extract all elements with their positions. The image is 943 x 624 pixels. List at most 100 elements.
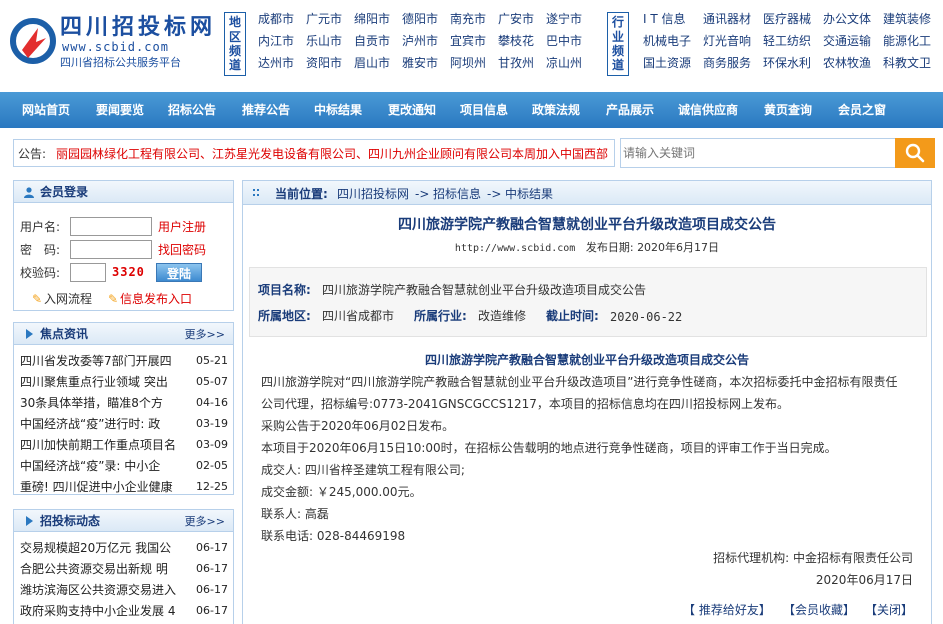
recover-password-link[interactable]: 找回密码 bbox=[158, 243, 206, 257]
nav-item[interactable]: 要闻要览 bbox=[96, 103, 144, 117]
news-list-item[interactable]: 四川聚焦重点行业领域 突出 05-07 bbox=[20, 375, 228, 391]
news-list-item[interactable]: 合肥公共资源交易出新规 明 06-17 bbox=[20, 562, 228, 578]
industry-link[interactable]: I T 信息 bbox=[643, 12, 703, 28]
nav-item[interactable]: 产品展示 bbox=[606, 103, 654, 117]
news-list-item[interactable]: 四川加快前期工作重点项目名 03-09 bbox=[20, 438, 228, 454]
breadcrumb-home[interactable]: 四川招投标网 bbox=[337, 187, 409, 201]
join-flow-link[interactable]: 入网流程 bbox=[44, 292, 92, 306]
search-input[interactable] bbox=[620, 138, 896, 168]
news-list-item[interactable]: 中国经济战“疫”录: 中小企 02-05 bbox=[20, 459, 228, 475]
industry-link[interactable]: 医疗器械 bbox=[763, 12, 823, 28]
news-title[interactable]: 政府采购支持中小企业发展 4 bbox=[20, 604, 182, 618]
region-link[interactable]: 绵阳市 bbox=[354, 12, 402, 28]
industry-link[interactable]: 办公文体 bbox=[823, 12, 883, 28]
bid-news-more-link[interactable]: 更多>> bbox=[185, 515, 225, 528]
nav-item[interactable]: 推荐公告 bbox=[242, 103, 290, 117]
focus-news-box: 焦点资讯 更多>> 四川省发改委等7部门开展四 05-21 四川聚焦重点行业领域 突… bbox=[13, 322, 234, 495]
news-list-item[interactable]: 重磅! 四川促进中小企业健康 12-25 bbox=[20, 480, 228, 496]
region-link[interactable]: 巴中市 bbox=[546, 34, 594, 50]
close-page-button[interactable]: 【关闭】 bbox=[865, 603, 913, 617]
news-title[interactable]: 潍坊滨海区公共资源交易进入 bbox=[20, 583, 182, 597]
nav-item[interactable]: 更改通知 bbox=[388, 103, 436, 117]
register-link[interactable]: 用户注册 bbox=[158, 220, 206, 234]
news-list-item[interactable]: 政府采购支持中小企业发展 4 06-17 bbox=[20, 604, 228, 620]
industry-link[interactable]: 灯光音响 bbox=[703, 34, 763, 50]
region-link[interactable]: 甘孜州 bbox=[498, 56, 546, 72]
captcha-input[interactable] bbox=[70, 263, 106, 282]
member-favorite-button[interactable]: 【会员收藏】 bbox=[783, 603, 855, 617]
news-title[interactable]: 重磅! 四川促进中小企业健康 bbox=[20, 480, 182, 494]
news-title[interactable]: 合肥公共资源交易出新规 明 bbox=[20, 562, 182, 576]
industry-link[interactable]: 国土资源 bbox=[643, 56, 703, 72]
industry-link[interactable]: 建筑装修 bbox=[883, 12, 943, 28]
region-link[interactable]: 泸州市 bbox=[402, 34, 450, 50]
industry-link[interactable]: 通讯器材 bbox=[703, 12, 763, 28]
breadcrumb-current[interactable]: 中标结果 bbox=[505, 187, 553, 201]
news-list-item[interactable]: 交易规模超20万亿元 我国公 06-17 bbox=[20, 541, 228, 557]
focus-news-header: 焦点资讯 更多>> bbox=[14, 323, 233, 345]
search-button[interactable] bbox=[895, 138, 935, 168]
industry-link[interactable]: 能源化工 bbox=[883, 34, 943, 50]
industry-link[interactable]: 农林牧渔 bbox=[823, 56, 883, 72]
news-title[interactable]: 中国经济战“疫”进行时: 政 bbox=[20, 417, 182, 431]
region-link[interactable]: 资阳市 bbox=[306, 56, 354, 72]
news-title[interactable]: 30条具体举措，瞄准8个方 bbox=[20, 396, 182, 410]
nav-item[interactable]: 项目信息 bbox=[460, 103, 508, 117]
news-title[interactable]: 四川聚焦重点行业领域 突出 bbox=[20, 375, 182, 389]
username-label: 用户名: bbox=[20, 220, 61, 234]
news-title[interactable]: 四川加快前期工作重点项目名 bbox=[20, 438, 182, 452]
nav-item[interactable]: 黄页查询 bbox=[764, 103, 812, 117]
breadcrumb: 当前位置: 四川招投标网 -> 招标信息 -> 中标结果 bbox=[243, 181, 931, 205]
captcha-image[interactable]: 3320 bbox=[112, 265, 145, 279]
region-link[interactable]: 广元市 bbox=[306, 12, 354, 28]
industry-channel-list: I T 信息 通讯器材 医疗器械 办公文体 建筑装修机械电子 灯光音响 轻工纺织 交通运输 能源… bbox=[643, 12, 943, 72]
news-list-item[interactable]: 四川省发改委等7部门开展四 05-21 bbox=[20, 354, 228, 370]
industry-link[interactable]: 环保水利 bbox=[763, 56, 823, 72]
news-list-item[interactable]: 中国经济战“疫”进行时: 政 03-19 bbox=[20, 417, 228, 433]
nav-item[interactable]: 政策法规 bbox=[532, 103, 580, 117]
region-link[interactable]: 遂宁市 bbox=[546, 12, 594, 28]
region-link[interactable]: 宜宾市 bbox=[450, 34, 498, 50]
region-link[interactable]: 广安市 bbox=[498, 12, 546, 28]
nav-item[interactable]: 中标结果 bbox=[314, 103, 362, 117]
industry-link[interactable]: 科教文卫 bbox=[883, 56, 943, 72]
login-button[interactable]: 登陆 bbox=[156, 263, 202, 282]
password-input[interactable] bbox=[70, 240, 152, 259]
industry-link[interactable]: 轻工纺织 bbox=[763, 34, 823, 50]
region-link[interactable]: 自贡市 bbox=[354, 34, 402, 50]
post-info-link[interactable]: 信息发布入口 bbox=[120, 292, 192, 306]
recommend-to-friend-button[interactable]: 【 推荐给好友】 bbox=[683, 603, 771, 617]
region-link[interactable]: 阿坝州 bbox=[450, 56, 498, 72]
region-link[interactable]: 凉山州 bbox=[546, 56, 594, 72]
region-link[interactable]: 乐山市 bbox=[306, 34, 354, 50]
breadcrumb-section[interactable]: 招标信息 bbox=[433, 187, 481, 201]
industry-link[interactable]: 机械电子 bbox=[643, 34, 703, 50]
industry-link[interactable]: 交通运输 bbox=[823, 34, 883, 50]
region-link[interactable]: 攀枝花 bbox=[498, 34, 546, 50]
nav-item[interactable]: 诚信供应商 bbox=[678, 103, 738, 117]
region-link[interactable]: 眉山市 bbox=[354, 56, 402, 72]
focus-more-link[interactable]: 更多>> bbox=[185, 328, 225, 341]
username-input[interactable] bbox=[70, 217, 152, 236]
site-logo[interactable]: 四川招投标网 www.scbid.com 四川省招标公共服务平台 bbox=[8, 10, 213, 72]
nav-item[interactable]: 会员之窗 bbox=[838, 103, 886, 117]
region-link[interactable]: 达州市 bbox=[258, 56, 306, 72]
login-links-row: ✎ 入网流程 ✎ 信息发布入口 bbox=[20, 289, 230, 309]
news-title[interactable]: 交易规模超20万亿元 我国公 bbox=[20, 541, 182, 555]
article-paragraph-1a: 四川旅游学院对“四川旅游学院产教融合智慧就创业平台升级改造项目”进行竞争性磋商，… bbox=[261, 375, 898, 389]
news-title[interactable]: 四川省发改委等7部门开展四 bbox=[20, 354, 182, 368]
notice-marquee[interactable]: 丽园园林绿化工程有限公司、江苏星光发电设备有限公司、四川九州企业顾问有限公司本周… bbox=[56, 147, 612, 161]
nav-item[interactable]: 招标公告 bbox=[168, 103, 216, 117]
breadcrumb-separator: -> bbox=[415, 187, 430, 201]
industry-link[interactable]: 商务服务 bbox=[703, 56, 763, 72]
news-title[interactable]: 中国经济战“疫”录: 中小企 bbox=[20, 459, 182, 473]
news-list-item[interactable]: 潍坊滨海区公共资源交易进入 06-17 bbox=[20, 583, 228, 599]
search-icon bbox=[905, 143, 925, 163]
region-link[interactable]: 南充市 bbox=[450, 12, 498, 28]
region-link[interactable]: 内江市 bbox=[258, 34, 306, 50]
region-link[interactable]: 雅安市 bbox=[402, 56, 450, 72]
region-link[interactable]: 成都市 bbox=[258, 12, 306, 28]
region-link[interactable]: 德阳市 bbox=[402, 12, 450, 28]
news-list-item[interactable]: 30条具体举措，瞄准8个方 04-16 bbox=[20, 396, 228, 412]
nav-item[interactable]: 网站首页 bbox=[22, 103, 70, 117]
